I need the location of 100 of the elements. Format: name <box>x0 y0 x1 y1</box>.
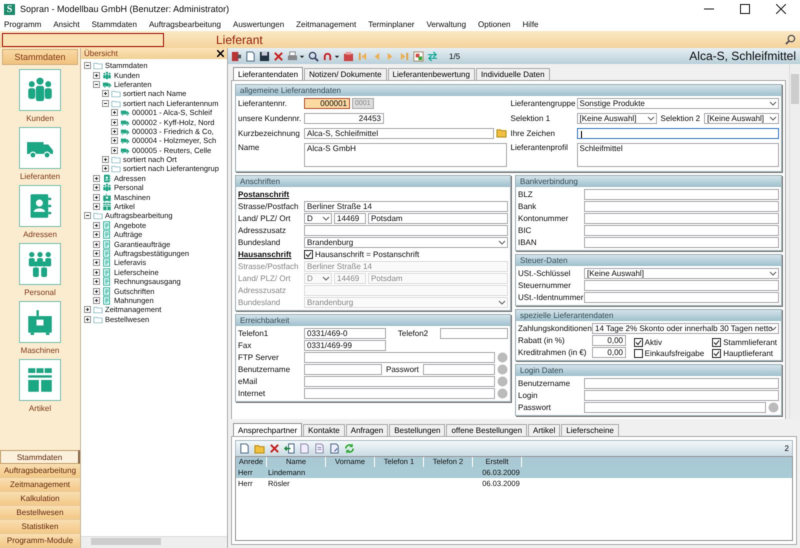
sidebar-item-label[interactable]: Kunden <box>26 114 54 123</box>
search-icon[interactable] <box>785 34 796 45</box>
expand-toggle[interactable] <box>84 306 91 314</box>
dropdown[interactable]: D <box>304 212 332 224</box>
dropdown[interactable]: 14 Tage 2% Skonto oder innerhalb 30 Tagen netto <box>592 322 779 334</box>
new-document-icon[interactable] <box>239 443 250 454</box>
menu-item[interactable]: Ansicht <box>53 20 80 29</box>
tab[interactable]: Ansprechpartner <box>233 423 302 436</box>
expand-toggle[interactable] <box>93 278 100 286</box>
tab[interactable]: Individuelle Daten <box>476 68 550 80</box>
input-field[interactable]: 0,00 <box>592 334 626 346</box>
expand-toggle[interactable] <box>93 288 100 295</box>
scrollbar[interactable] <box>81 536 227 548</box>
input-field[interactable] <box>304 224 508 236</box>
checkbox-label[interactable]: Aktiv <box>644 338 662 347</box>
tab[interactable]: Lieferscheine <box>561 424 619 436</box>
expand-toggle[interactable] <box>93 268 100 276</box>
module-button[interactable]: Bestellwesen <box>0 506 80 520</box>
document-icon[interactable] <box>314 443 325 454</box>
search-icon[interactable] <box>308 50 319 62</box>
expand-toggle[interactable] <box>111 137 118 144</box>
checkbox[interactable] <box>712 349 722 358</box>
input-field[interactable] <box>584 188 779 200</box>
menu-item[interactable]: Zeitmanagement <box>296 20 356 29</box>
expand-toggle[interactable] <box>93 194 100 201</box>
menu-item[interactable]: Hilfe <box>522 20 539 29</box>
package-icon[interactable] <box>343 50 354 62</box>
group-icon[interactable] <box>19 243 61 285</box>
input-field[interactable] <box>584 402 766 412</box>
expand-toggle[interactable] <box>102 165 109 172</box>
checkbox-label[interactable]: Hauptlieferant <box>723 349 774 358</box>
menu-item[interactable]: Auftragsbearbeitung <box>148 20 221 29</box>
checkbox-label[interactable]: Stammlieferant <box>723 338 777 347</box>
document-icon[interactable] <box>329 443 340 454</box>
expand-toggle[interactable] <box>111 109 118 116</box>
input-field[interactable]: 000001 <box>304 98 350 108</box>
input-field[interactable] <box>304 352 495 362</box>
checkbox[interactable] <box>634 349 643 358</box>
magnet-icon[interactable] <box>322 50 333 62</box>
input-field[interactable]: 0331/469-0 <box>304 328 386 338</box>
exit-icon[interactable] <box>231 50 242 62</box>
import-icon[interactable] <box>284 443 295 454</box>
input-field[interactable]: 14469 <box>334 272 366 284</box>
module-button[interactable]: Kalkulation <box>0 492 80 506</box>
menu-item[interactable]: Programm <box>4 20 42 29</box>
truck-icon[interactable] <box>19 127 61 169</box>
text-area[interactable]: Alca-S GmbH <box>304 143 506 167</box>
input-field[interactable]: Berliner Straße 14 <box>304 200 508 212</box>
expand-toggle[interactable] <box>93 222 100 229</box>
input-field[interactable] <box>584 390 779 400</box>
tab[interactable]: offene Bestellungen <box>446 424 528 436</box>
input-field[interactable] <box>304 364 382 374</box>
input-field[interactable] <box>584 236 779 248</box>
close-icon[interactable] <box>776 4 786 14</box>
checkbox-label[interactable]: Hausanschrift = Postanschrift <box>315 250 420 258</box>
refresh-icon[interactable] <box>344 443 355 454</box>
expand-toggle[interactable] <box>93 240 100 248</box>
tab[interactable]: Artikel <box>528 424 560 436</box>
dropdown[interactable]: D <box>304 272 332 284</box>
contact-card-icon[interactable] <box>19 185 61 227</box>
menu-item[interactable]: Verwaltung <box>426 20 466 29</box>
expand-toggle[interactable] <box>111 146 118 154</box>
expand-toggle[interactable] <box>111 118 118 126</box>
checkbox[interactable] <box>634 338 643 347</box>
picture-icon[interactable] <box>413 50 424 62</box>
expand-toggle[interactable] <box>93 250 100 257</box>
checkbox[interactable] <box>304 250 313 258</box>
checkbox-label[interactable]: Einkaufsfreigabe <box>644 349 704 358</box>
expand-toggle[interactable] <box>93 174 100 182</box>
sidebar-item-label[interactable]: Lieferanten <box>20 172 60 181</box>
module-button[interactable]: Statistiken <box>0 520 80 534</box>
expand-toggle[interactable] <box>84 212 91 220</box>
tab[interactable]: Bestellungen <box>389 424 446 436</box>
delete-icon[interactable] <box>273 50 284 62</box>
expand-toggle[interactable] <box>111 128 118 135</box>
menu-item[interactable]: Auswertungen <box>233 20 284 29</box>
input-field[interactable] <box>304 376 495 386</box>
machine-icon[interactable] <box>19 301 61 343</box>
menu-item[interactable]: Terminplaner <box>368 20 414 29</box>
sidebar-item-label[interactable]: Maschinen <box>20 346 60 355</box>
expand-toggle[interactable] <box>93 72 100 79</box>
input-field[interactable] <box>422 364 495 374</box>
input-field[interactable]: Potsdam <box>368 212 508 224</box>
document-icon[interactable] <box>299 443 310 454</box>
tab[interactable]: Notizen/ Dokumente <box>304 68 387 80</box>
input-field[interactable] <box>584 200 779 212</box>
module-button[interactable]: Stammdaten <box>0 450 80 464</box>
menu-item[interactable]: Stammdaten <box>92 20 137 29</box>
folder-icon[interactable] <box>254 443 265 454</box>
tab[interactable]: Anfragen <box>346 424 388 436</box>
sidebar-item-label[interactable]: Artikel <box>28 404 52 413</box>
input-field[interactable]: 0,00 <box>592 346 626 358</box>
input-field[interactable]: 0331/469-99 <box>304 340 386 350</box>
shelf-icon[interactable] <box>19 359 61 401</box>
sidebar-item-label[interactable]: Adressen <box>23 230 57 239</box>
dropdown[interactable]: Brandenburg <box>304 236 508 248</box>
input-field[interactable] <box>584 292 779 302</box>
input-field[interactable] <box>2 32 164 46</box>
expand-toggle[interactable] <box>84 62 91 70</box>
save-icon[interactable] <box>259 50 270 62</box>
